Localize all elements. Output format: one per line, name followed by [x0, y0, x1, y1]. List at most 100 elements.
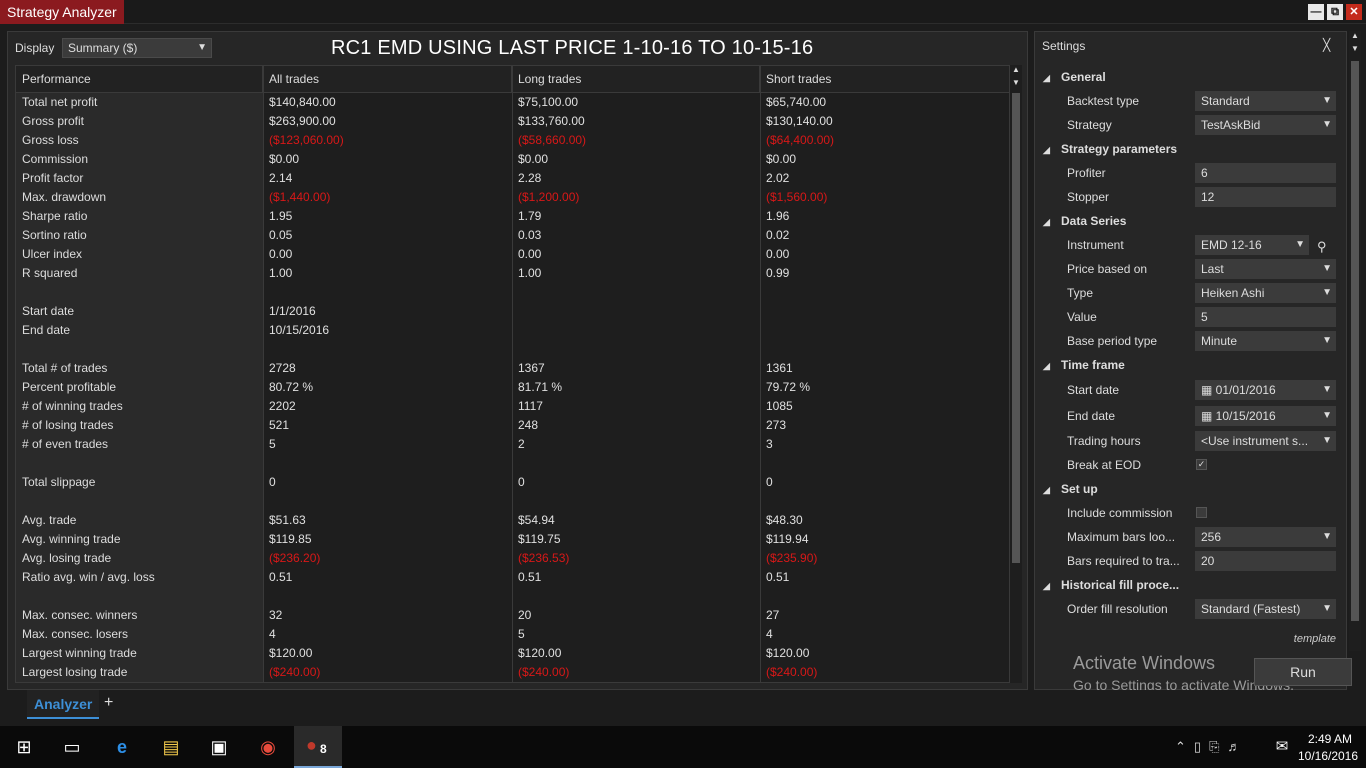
long-trades-value [512, 492, 760, 511]
table-row[interactable]: End date 10/15/2016 [16, 321, 1009, 340]
display-dropdown[interactable]: Summary ($) ▼ [62, 38, 212, 58]
chrome-icon[interactable]: ◉ [254, 733, 282, 761]
section-general[interactable]: ◢ General [1043, 67, 1106, 87]
minimize-button[interactable]: — [1308, 4, 1324, 20]
header-short-trades[interactable]: Short trades [760, 66, 1009, 93]
start-date-picker[interactable]: ▦ 01/01/2016 ▼ [1195, 380, 1336, 400]
trading-hours-select[interactable]: <Use instrument s... ▼ [1195, 431, 1336, 451]
settings-scrollbar[interactable]: ▲ ▼ [1349, 31, 1361, 651]
section-historical-fill[interactable]: ◢ Historical fill proce... [1043, 575, 1179, 595]
scroll-up-icon[interactable]: ▲ [1349, 31, 1361, 43]
metric-name: End date [16, 321, 263, 340]
header-performance[interactable]: Performance [16, 66, 263, 93]
scroll-down-icon[interactable]: ▼ [1010, 78, 1022, 90]
break-at-eod-checkbox[interactable]: ✓ [1196, 459, 1207, 470]
scrollbar-thumb[interactable] [1012, 93, 1020, 563]
pin-icon[interactable]: ╳ [1323, 38, 1330, 52]
type-select[interactable]: Heiken Ashi ▼ [1195, 283, 1336, 303]
table-row[interactable]: Commission $0.00 $0.00 $0.00 [16, 150, 1009, 169]
close-button[interactable]: ✕ [1346, 4, 1362, 20]
table-row[interactable]: Percent profitable 80.72 % 81.71 % 79.72 % [16, 378, 1009, 397]
bars-required-input[interactable]: 20 [1195, 551, 1336, 571]
table-row[interactable]: R squared 1.00 1.00 0.99 [16, 264, 1009, 283]
restore-button[interactable]: ⧉ [1327, 4, 1343, 20]
table-row[interactable]: Sharpe ratio 1.95 1.79 1.96 [16, 207, 1009, 226]
header-all-trades[interactable]: All trades [263, 66, 512, 93]
stopper-label: Stopper [1067, 190, 1110, 204]
table-row[interactable]: Total # of trades 2728 1367 1361 [16, 359, 1009, 378]
long-trades-value: $54.94 [518, 513, 555, 527]
task-view-icon[interactable]: ▭ [58, 733, 86, 761]
table-row[interactable]: Total net profit $140,840.00 $75,100.00 $65… [16, 93, 1009, 112]
table-row[interactable] [16, 492, 1009, 511]
header-long-trades[interactable]: Long trades [512, 66, 760, 93]
table-row[interactable]: Start date 1/1/2016 [16, 302, 1009, 321]
edge-browser-icon[interactable]: e [108, 733, 136, 761]
display-label: Display [15, 41, 55, 55]
table-row[interactable]: Gross profit $263,900.00 $133,760.00 $130,1… [16, 112, 1009, 131]
table-row[interactable]: Max. consec. winners 32 20 27 [16, 606, 1009, 625]
table-scrollbar[interactable]: ▲ ▼ [1010, 65, 1022, 683]
table-row[interactable]: Max. consec. losers 4 5 4 [16, 625, 1009, 644]
table-row[interactable] [16, 587, 1009, 606]
strategy-select[interactable]: TestAskBid ▼ [1195, 115, 1336, 135]
clock-date[interactable]: 10/16/2016 [1295, 749, 1361, 763]
store-icon[interactable]: ▣ [205, 733, 233, 761]
add-tab-button[interactable]: + [104, 694, 113, 712]
table-row[interactable]: Avg. trade $51.63 $54.94 $48.30 [16, 511, 1009, 530]
table-row[interactable] [16, 283, 1009, 302]
table-row[interactable]: Ulcer index 0.00 0.00 0.00 [16, 245, 1009, 264]
table-row[interactable] [16, 340, 1009, 359]
table-row[interactable] [16, 454, 1009, 473]
price-based-on-select[interactable]: Last ▼ [1195, 259, 1336, 279]
table-row[interactable]: Profit factor 2.14 2.28 2.02 [16, 169, 1009, 188]
table-row[interactable]: # of even trades 5 2 3 [16, 435, 1009, 454]
break-at-eod-label: Break at EOD [1067, 458, 1142, 472]
scrollbar-thumb[interactable] [1351, 61, 1359, 621]
value-input[interactable]: 5 [1195, 307, 1336, 327]
order-fill-resolution-select[interactable]: Standard (Fastest) ▼ [1195, 599, 1336, 619]
table-row[interactable]: Largest losing trade ($240.00) ($240.00) ($… [16, 663, 1009, 682]
system-tray[interactable]: ⌃▯⎘♬ [1175, 739, 1248, 755]
end-date-picker[interactable]: ▦ 10/15/2016 ▼ [1195, 406, 1336, 426]
instrument-select[interactable]: EMD 12-16 ▼ [1195, 235, 1309, 255]
table-row[interactable]: Largest winning trade $120.00 $120.00 $120.… [16, 644, 1009, 663]
network-icon[interactable]: ⎘ [1209, 739, 1227, 754]
table-row[interactable]: Ratio avg. win / avg. loss 0.51 0.51 0.51 [16, 568, 1009, 587]
run-button[interactable]: Run [1254, 658, 1352, 686]
all-trades-value: $120.00 [269, 646, 313, 660]
table-row[interactable]: Max. drawdown ($1,440.00) ($1,200.00) ($1,5… [16, 188, 1009, 207]
ninjatrader-taskbar-button[interactable]: ● 8 [294, 726, 342, 768]
stopper-input[interactable]: 12 [1195, 187, 1336, 207]
file-explorer-icon[interactable]: ▤ [157, 733, 185, 761]
table-row[interactable]: # of losing trades 521 248 273 [16, 416, 1009, 435]
table-row[interactable]: Avg. winning trade $119.85 $119.75 $119.94 [16, 530, 1009, 549]
volume-icon[interactable]: ♬ [1227, 739, 1248, 754]
table-row[interactable]: Sortino ratio 0.05 0.03 0.02 [16, 226, 1009, 245]
tab-analyzer[interactable]: Analyzer [27, 690, 100, 719]
section-time-frame[interactable]: ◢ Time frame [1043, 355, 1125, 375]
clock-time[interactable]: 2:49 AM [1300, 732, 1360, 746]
table-row[interactable]: Gross loss ($123,060.00) ($58,660.00) ($64,… [16, 131, 1009, 150]
long-trades-value: $120.00 [518, 646, 562, 660]
chevron-up-icon[interactable]: ⌃ [1175, 739, 1194, 754]
max-bars-select[interactable]: 256 ▼ [1195, 527, 1336, 547]
section-set-up[interactable]: ◢ Set up [1043, 479, 1098, 499]
chevron-down-icon: ▼ [1322, 119, 1332, 130]
windows-start-icon[interactable]: ⊞ [10, 733, 38, 761]
profiter-input[interactable]: 6 [1195, 163, 1336, 183]
scroll-up-icon[interactable]: ▲ [1010, 65, 1022, 77]
table-row[interactable]: # of winning trades 2202 1117 1085 [16, 397, 1009, 416]
table-row[interactable]: Avg. losing trade ($236.20) ($236.53) ($235… [16, 549, 1009, 568]
search-icon[interactable]: ⚲ [1317, 239, 1327, 255]
include-commission-checkbox[interactable] [1196, 507, 1207, 518]
section-data-series[interactable]: ◢ Data Series [1043, 211, 1126, 231]
base-period-type-select[interactable]: Minute ▼ [1195, 331, 1336, 351]
section-strategy-parameters[interactable]: ◢ Strategy parameters [1043, 139, 1177, 159]
template-link[interactable]: template [1294, 633, 1336, 645]
scroll-down-icon[interactable]: ▼ [1349, 44, 1361, 56]
table-row[interactable]: Total slippage 0 0 0 [16, 473, 1009, 492]
usb-icon[interactable]: ▯ [1194, 739, 1209, 754]
backtest-type-select[interactable]: Standard ▼ [1195, 91, 1336, 111]
notification-icon[interactable]: ✉ [1268, 733, 1296, 761]
